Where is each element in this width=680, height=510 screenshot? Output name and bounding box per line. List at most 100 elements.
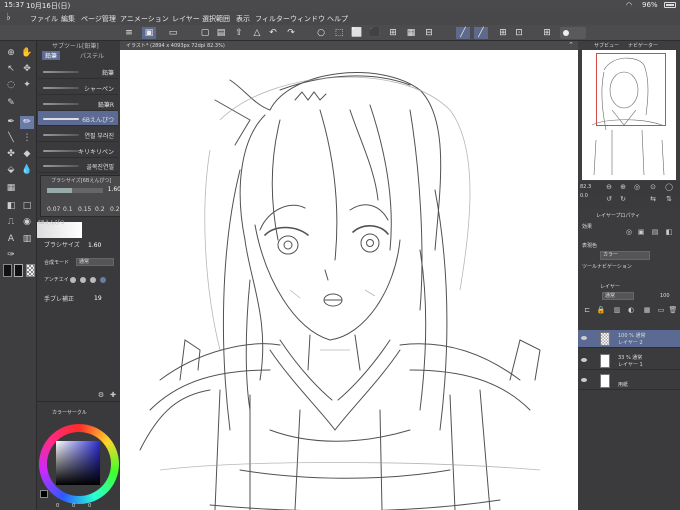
brush-item[interactable]: 鉛筆 bbox=[38, 64, 118, 79]
tab-layer-property[interactable]: レイヤープロパティ bbox=[596, 212, 640, 219]
fit-icon[interactable]: ◎ bbox=[632, 183, 642, 192]
menu-selection[interactable]: 選択範囲 bbox=[202, 14, 230, 24]
menu-help[interactable]: ヘルプ bbox=[327, 14, 348, 24]
blend-icon[interactable]: 💧 bbox=[20, 164, 34, 177]
size-preset[interactable]: 0.15 bbox=[78, 206, 91, 213]
delete-icon[interactable]: 🗑 bbox=[668, 306, 678, 315]
snap-icon[interactable]: ⊟ bbox=[422, 27, 436, 39]
airbrush-icon[interactable]: ⋮ bbox=[20, 132, 34, 145]
invert-icon[interactable]: ⬛ bbox=[368, 27, 382, 39]
brush-size-slider[interactable] bbox=[47, 188, 103, 193]
eye-icon[interactable] bbox=[581, 378, 587, 382]
size-preset[interactable]: 0.07 bbox=[47, 206, 60, 213]
menu-view[interactable]: 表示 bbox=[236, 14, 250, 24]
hand-icon[interactable]: ✋ bbox=[20, 47, 34, 60]
antialias-option[interactable] bbox=[90, 277, 96, 283]
brush-icon[interactable]: ╲ bbox=[4, 132, 18, 145]
saturation-value-square[interactable] bbox=[56, 441, 100, 485]
move-icon[interactable]: ✥ bbox=[20, 63, 34, 76]
menu-layer[interactable]: レイヤー bbox=[172, 14, 200, 24]
ruler-icon[interactable]: ⎍ bbox=[4, 216, 18, 229]
folder-icon[interactable]: ▭ bbox=[656, 306, 666, 315]
ref-icon[interactable]: ▥ bbox=[612, 306, 622, 315]
layer-row-selected[interactable]: 100 % 通常 レイヤー 2 bbox=[578, 330, 680, 348]
new-icon[interactable]: ▭ bbox=[166, 27, 180, 39]
size-preset[interactable]: 0.2 bbox=[95, 206, 105, 213]
brush-item-selected[interactable]: 6Bえんぴつ bbox=[38, 111, 118, 126]
flip-h-icon[interactable]: ⇆ bbox=[648, 195, 658, 204]
effect-icon[interactable]: ◎ bbox=[624, 228, 634, 237]
menu-edit[interactable]: 編集 bbox=[61, 14, 75, 24]
tab-subview[interactable]: サブビュー bbox=[594, 42, 619, 49]
balloon-icon[interactable]: ◉ bbox=[20, 216, 34, 229]
drawing-canvas[interactable] bbox=[120, 50, 578, 510]
sub-color-swatch[interactable] bbox=[14, 264, 23, 277]
app-logo-icon[interactable]: ♭ bbox=[6, 12, 18, 24]
speech-icon[interactable]: ▥ bbox=[20, 233, 34, 246]
layer-row[interactable]: 33 % 通常 レイヤー 1 bbox=[578, 352, 680, 370]
figure-icon[interactable]: ◧ bbox=[4, 200, 18, 213]
pencil-icon[interactable]: ✏ bbox=[20, 116, 34, 129]
menu-window[interactable]: ウィンドウ bbox=[290, 14, 325, 24]
magic-wand-icon[interactable]: ✦ bbox=[20, 79, 34, 92]
triangle-icon[interactable]: △ bbox=[250, 27, 264, 39]
eye-icon[interactable] bbox=[581, 336, 587, 340]
lasso-icon[interactable]: ◌ bbox=[4, 79, 18, 92]
mask-icon[interactable]: ◐ bbox=[626, 306, 636, 315]
menu-file[interactable]: ファイル bbox=[30, 14, 58, 24]
brush-item[interactable]: 鉛筆R bbox=[38, 96, 118, 111]
export-icon[interactable]: ⇧ bbox=[232, 27, 246, 39]
main-color-chip[interactable] bbox=[40, 490, 48, 498]
blend-mode-select[interactable]: 通常 bbox=[76, 258, 114, 266]
brush-item[interactable]: キリキリペン bbox=[38, 143, 118, 158]
tab-layer[interactable]: レイヤー bbox=[600, 283, 620, 290]
property-value[interactable]: 1.60 bbox=[88, 242, 101, 249]
brush-item[interactable]: 골목진연필 bbox=[38, 158, 118, 173]
antialias-option-selected[interactable] bbox=[100, 277, 106, 283]
eye-icon[interactable] bbox=[581, 358, 587, 362]
collapse-icon[interactable]: ⌃ bbox=[568, 41, 574, 49]
rotate-right-icon[interactable]: ↻ bbox=[618, 195, 628, 204]
layer-row[interactable]: 用紙 bbox=[578, 372, 680, 390]
reset-icon[interactable]: ◯ bbox=[664, 183, 674, 192]
hamburger-icon[interactable]: ≡ bbox=[122, 27, 136, 39]
antialias-option[interactable] bbox=[70, 277, 76, 283]
correct-line-icon[interactable]: ✑ bbox=[4, 249, 18, 262]
effect-icon[interactable]: ◧ bbox=[664, 228, 674, 237]
special-ruler-icon[interactable]: ╱ bbox=[474, 27, 488, 39]
blend-mode-select[interactable]: 通常 bbox=[602, 292, 634, 300]
fill-icon[interactable]: ▦ bbox=[404, 27, 418, 39]
opacity-value[interactable]: 100 bbox=[660, 293, 670, 299]
crop-icon[interactable]: ⊞ bbox=[386, 27, 400, 39]
viewport-rectangle[interactable] bbox=[596, 53, 666, 126]
menu-filter[interactable]: フィルター bbox=[255, 14, 290, 24]
size-preset[interactable]: 0.1 bbox=[63, 206, 73, 213]
eyedropper-icon[interactable]: ✎ bbox=[4, 97, 18, 110]
expression-select[interactable]: カラー bbox=[600, 251, 650, 260]
undo-icon[interactable]: ↶ bbox=[266, 27, 280, 39]
toggle-switch[interactable] bbox=[560, 27, 586, 39]
angle-value[interactable]: 0.0 bbox=[580, 193, 588, 199]
zoom-value[interactable]: 82.3 bbox=[580, 184, 591, 190]
eraser-icon[interactable]: ◆ bbox=[20, 148, 34, 161]
text-icon[interactable]: A bbox=[4, 233, 18, 246]
transparent-swatch[interactable] bbox=[26, 264, 35, 277]
gradient-icon[interactable]: ▦ bbox=[4, 182, 18, 195]
menu-page[interactable]: ページ管理 bbox=[81, 14, 116, 24]
shortcut-icon[interactable]: ⊞ bbox=[540, 27, 554, 39]
zoom-out-icon[interactable]: ⊖ bbox=[604, 183, 614, 192]
rotate-left-icon[interactable]: ↺ bbox=[604, 195, 614, 204]
redo-icon[interactable]: ↷ bbox=[284, 27, 298, 39]
brush-item[interactable]: 연필 부러진 bbox=[38, 127, 118, 142]
lock-icon[interactable]: 🔒 bbox=[596, 306, 606, 315]
ruler-snap-icon[interactable]: ╱ bbox=[456, 27, 470, 39]
settings-icon[interactable]: ⚙ bbox=[96, 391, 106, 400]
actual-size-icon[interactable]: ⊙ bbox=[648, 183, 658, 192]
effect-icon[interactable]: ▣ bbox=[636, 228, 646, 237]
new-layer-icon[interactable]: ▦ bbox=[642, 306, 652, 315]
zoom-icon[interactable]: ⊕ bbox=[4, 47, 18, 60]
effect-icon[interactable]: ▤ bbox=[650, 228, 660, 237]
open-icon[interactable]: ▢ bbox=[198, 27, 212, 39]
clear-icon[interactable]: ○ bbox=[314, 27, 328, 39]
antialias-option[interactable] bbox=[80, 277, 86, 283]
